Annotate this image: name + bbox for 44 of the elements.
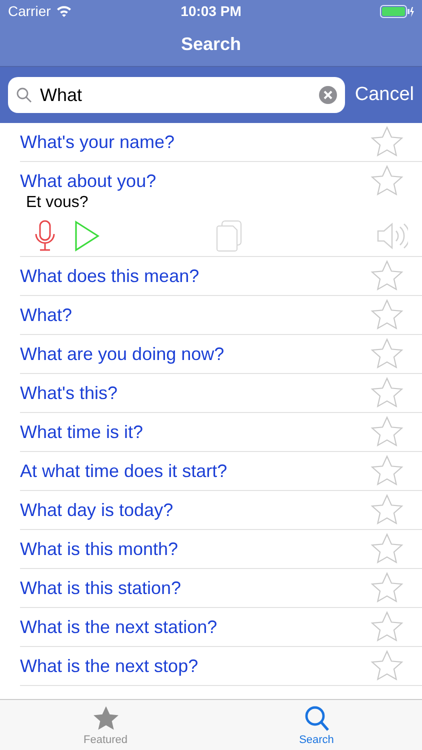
star-icon[interactable]: [370, 416, 404, 448]
star-icon[interactable]: [370, 377, 404, 409]
star-icon[interactable]: [370, 611, 404, 643]
phrase-link[interactable]: What?: [20, 304, 72, 326]
cancel-button[interactable]: Cancel: [354, 84, 414, 106]
clock-time: 10:03 PM: [180, 3, 242, 19]
phrase-link[interactable]: What is this station?: [20, 578, 182, 598]
phrase-link[interactable]: What time is it?: [20, 422, 144, 442]
wifi-icon: [56, 5, 72, 17]
phrase-link[interactable]: What is the next stop?: [20, 656, 198, 676]
microphone-icon[interactable]: [34, 220, 56, 252]
search-icon: [16, 87, 32, 103]
battery-icon: [380, 4, 414, 18]
star-icon[interactable]: [370, 494, 404, 526]
star-icon: [92, 704, 120, 732]
star-icon[interactable]: [370, 299, 404, 331]
phrase-link[interactable]: At what time does it start?: [20, 460, 228, 482]
star-icon[interactable]: [370, 572, 404, 604]
star-icon[interactable]: [370, 533, 404, 565]
tab-bar-item[interactable]: Search: [211, 700, 422, 750]
search-query: What: [40, 84, 84, 106]
phrase-link[interactable]: What does this mean?: [20, 266, 200, 286]
search-field[interactable]: What: [8, 77, 345, 113]
star-icon[interactable]: [370, 165, 404, 197]
play-icon[interactable]: [74, 220, 100, 252]
clear-icon[interactable]: [318, 86, 337, 104]
star-icon[interactable]: [370, 260, 404, 292]
phrase-link[interactable]: What's this?: [20, 382, 118, 404]
phrase-link[interactable]: What day is today?: [20, 500, 174, 520]
star-icon[interactable]: [370, 650, 404, 682]
phrase-link[interactable]: What is the next station?: [20, 616, 218, 638]
speaker-icon[interactable]: [376, 222, 408, 250]
search-icon: [304, 704, 330, 732]
phrase-link[interactable]: What's your name?: [20, 132, 175, 152]
copy-icon[interactable]: [215, 220, 243, 252]
phrase-link[interactable]: What about you?: [20, 170, 156, 192]
star-icon[interactable]: [370, 126, 404, 158]
star-icon[interactable]: [370, 338, 404, 370]
carrier-label: Carrier: [8, 3, 51, 19]
translation-text: Et vous?: [25, 194, 90, 213]
star-icon[interactable]: [370, 455, 404, 487]
phrase-link[interactable]: What is this month?: [20, 538, 178, 560]
phrase-link[interactable]: What are you doing now?: [20, 344, 224, 364]
screen-title: Search: [180, 34, 242, 54]
